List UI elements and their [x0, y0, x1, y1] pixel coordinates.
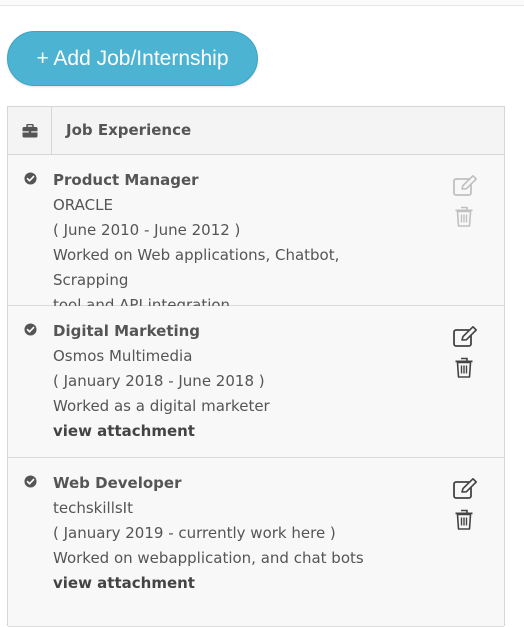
trash-icon[interactable] [455, 357, 473, 378]
job-title: Product Manager [53, 171, 199, 189]
company-name: ORACLE [53, 196, 113, 214]
job-description-line: Worked on Web applications, Chatbot, Scr… [53, 246, 340, 289]
panel-title: Job Experience [66, 121, 192, 139]
panel-header: Job Experience [8, 107, 504, 155]
job-title: Digital Marketing [53, 322, 201, 340]
company-name: Osmos Multimedia [53, 347, 193, 365]
job-details: Web Developer techskillsIt ( January 201… [53, 471, 413, 596]
view-attachment-link[interactable]: view attachment [53, 419, 413, 444]
job-description-line: Worked on webapplication, and chat bots [53, 549, 364, 567]
view-attachment-link[interactable]: view attachment [53, 571, 413, 596]
company-name: techskillsIt [53, 499, 133, 517]
job-entry: Digital Marketing Osmos Multimedia ( Jan… [8, 306, 504, 458]
edit-icon[interactable] [453, 478, 479, 500]
edit-icon[interactable] [453, 175, 479, 197]
job-experience-panel: Job Experience Product Manager ORACLE ( … [7, 106, 505, 627]
job-period: ( January 2018 - June 2018 ) [53, 372, 265, 390]
job-period: ( June 2010 - June 2012 ) [53, 221, 241, 239]
top-divider [0, 0, 524, 6]
check-circle-icon [24, 172, 37, 185]
job-entry: Product Manager ORACLE ( June 2010 - Jun… [8, 155, 504, 314]
job-entry: Web Developer techskillsIt ( January 201… [8, 458, 504, 627]
job-period: ( January 2019 - currently work here ) [53, 524, 336, 542]
briefcase-icon [22, 124, 38, 138]
job-details: Digital Marketing Osmos Multimedia ( Jan… [53, 319, 413, 444]
edit-icon[interactable] [453, 326, 479, 348]
add-job-internship-button[interactable]: + Add Job/Internship [7, 31, 258, 86]
check-circle-icon [24, 323, 37, 336]
header-icon-cell [8, 107, 52, 154]
trash-icon[interactable] [455, 509, 473, 530]
job-details: Product Manager ORACLE ( June 2010 - Jun… [53, 168, 413, 318]
check-circle-icon [24, 475, 37, 488]
trash-icon[interactable] [455, 206, 473, 227]
job-title: Web Developer [53, 474, 182, 492]
job-description-line: Worked as a digital marketer [53, 397, 270, 415]
